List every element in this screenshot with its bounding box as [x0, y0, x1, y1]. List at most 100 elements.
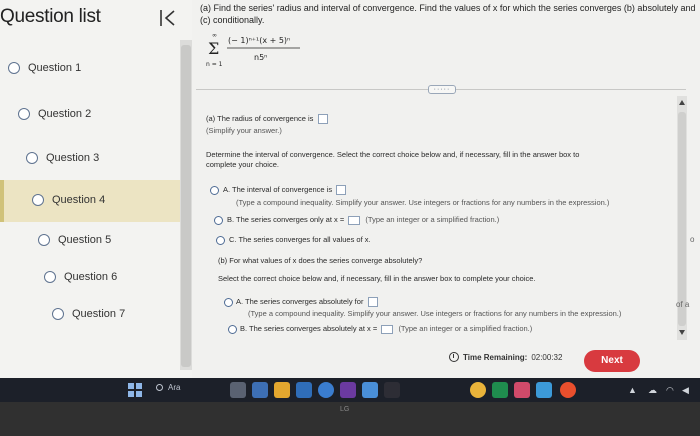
search-icon	[156, 384, 163, 391]
scroll-down-icon[interactable]	[679, 330, 685, 335]
option-b-a-note: (Type a compound inequality. Simplify yo…	[248, 309, 622, 318]
option-b-a[interactable]: A. The series converges absolutely for	[236, 297, 378, 308]
question-item[interactable]: Question 2	[18, 99, 91, 129]
option-text: The interval of convergence is	[232, 185, 333, 194]
scroll-up-icon[interactable]	[679, 100, 685, 105]
problem-intro: (a) Find the series' radius and interval…	[200, 2, 695, 26]
radio-icon[interactable]	[38, 234, 50, 246]
clock-icon	[449, 352, 459, 362]
screen: Question list Question 1 Question 2 Ques…	[0, 0, 700, 378]
question-label: Question 1	[28, 62, 82, 74]
edge-text-o: o	[690, 235, 695, 244]
option-a-radio[interactable]	[210, 186, 219, 195]
question-item[interactable]: Question 3	[26, 143, 99, 173]
app-icon[interactable]	[514, 382, 530, 398]
interval-answer-box[interactable]	[336, 185, 347, 196]
timer-value: 02:00:32	[531, 352, 563, 362]
task-view-icon[interactable]	[230, 382, 246, 398]
radio-icon[interactable]	[44, 271, 56, 283]
option-b[interactable]: B. The series converges only at x = (Typ…	[227, 215, 499, 225]
option-text: The series converges for all values of x…	[238, 235, 371, 244]
series-numerator: (− 1)ⁿ⁺¹(x + 5)ⁿ	[228, 36, 290, 45]
question-item[interactable]: Question 5	[38, 225, 111, 255]
app-icon[interactable]	[560, 382, 576, 398]
next-button[interactable]: Next	[584, 350, 640, 372]
interval-instruction-line1: Determine the interval of convergence. S…	[206, 150, 580, 159]
sum-upper-limit: ∞	[212, 32, 217, 39]
question-label: Question 3	[46, 152, 100, 164]
question-panel: (a) Find the series' radius and interval…	[192, 0, 700, 378]
more-button[interactable]: ·····	[428, 85, 456, 94]
option-letter: B.	[227, 215, 235, 224]
option-b-b-radio[interactable]	[228, 325, 237, 334]
app-icon[interactable]	[362, 382, 378, 398]
question-label: Question 2	[38, 108, 92, 120]
browser-icon[interactable]	[318, 382, 334, 398]
option-b-radio[interactable]	[214, 216, 223, 225]
question-list-sidebar: Question list Question 1 Question 2 Ques…	[0, 0, 192, 378]
question-label: Question 5	[58, 234, 112, 246]
edge-text-of: of a	[676, 300, 690, 309]
question-item[interactable]: Question 6	[44, 262, 117, 292]
option-text: The series converges absolutely at x =	[249, 324, 378, 333]
taskbar-search[interactable]: Ara	[156, 383, 180, 392]
app-icon[interactable]	[252, 382, 268, 398]
option-text: The series converges absolutely for	[245, 297, 364, 306]
option-letter: B.	[240, 324, 248, 333]
absolute-answer-box[interactable]	[367, 297, 378, 308]
option-letter: A.	[223, 185, 231, 194]
app-icon[interactable]	[296, 382, 312, 398]
file-explorer-icon[interactable]	[274, 382, 290, 398]
option-letter: A.	[236, 297, 244, 306]
monitor-bezel	[0, 402, 700, 436]
question-item[interactable]: Question 7	[52, 299, 125, 329]
option-c[interactable]: C. The series converges for all values o…	[229, 235, 371, 245]
absolute-x-answer-box[interactable]	[381, 324, 394, 334]
option-b-a-radio[interactable]	[224, 298, 233, 307]
app-icon[interactable]	[384, 382, 400, 398]
chrome-icon[interactable]	[470, 382, 486, 398]
option-b-b[interactable]: B. The series converges absolutely at x …	[240, 324, 532, 334]
question-label: Question 7	[72, 308, 126, 320]
interval-instruction-line2: complete your choice.	[206, 160, 279, 169]
radius-prompt: (a) The radius of convergence is	[206, 114, 328, 125]
series-denominator: n5ⁿ	[254, 53, 267, 62]
chevron-up-icon[interactable]: ▲	[628, 385, 637, 395]
part-b-prompt: (b) For what values of x does the series…	[218, 256, 423, 265]
wifi-icon[interactable]: ◠	[666, 385, 674, 396]
option-a-note: (Type a compound inequality. Simplify yo…	[236, 198, 610, 207]
radio-icon[interactable]	[18, 108, 30, 120]
sidebar-title: Question list	[0, 6, 101, 27]
problem-intro-line1: (a) Find the series' radius and interval…	[200, 3, 696, 13]
app-icon[interactable]	[492, 382, 508, 398]
question-item-active[interactable]: Question 4	[32, 185, 105, 215]
option-c-radio[interactable]	[216, 236, 225, 245]
collapse-sidebar-icon[interactable]	[158, 8, 180, 28]
time-remaining: Time Remaining: 02:00:32	[449, 352, 562, 362]
option-a[interactable]: A. The interval of convergence is	[223, 185, 347, 196]
radio-icon[interactable]	[8, 62, 20, 74]
radius-answer-box[interactable]	[317, 114, 328, 125]
cloud-icon[interactable]: ☁	[648, 385, 657, 396]
active-question-marker	[0, 180, 4, 222]
windows-start-icon[interactable]	[128, 383, 142, 397]
problem-intro-line2: (c) conditionally.	[200, 15, 265, 25]
app-icon[interactable]	[536, 382, 552, 398]
radio-icon[interactable]	[32, 194, 44, 206]
sidebar-scroll-thumb[interactable]	[181, 45, 191, 367]
speaker-icon[interactable]: ◀	[682, 385, 689, 396]
part-b-instruction: Select the correct choice below and, if …	[218, 274, 536, 283]
monitor-logo: LG	[340, 406, 350, 413]
option-text: The series converges only at x =	[236, 215, 345, 224]
question-label: Question 6	[64, 271, 118, 283]
timer-label: Time Remaining:	[463, 352, 528, 362]
question-item[interactable]: Question 1	[8, 53, 81, 83]
converge-x-answer-box[interactable]	[348, 215, 361, 225]
option-note: (Type an integer or a simplified fractio…	[398, 324, 533, 333]
radio-icon[interactable]	[26, 152, 38, 164]
page-scroll-thumb[interactable]	[678, 112, 686, 326]
radius-prompt-text: (a) The radius of convergence is	[206, 114, 314, 123]
option-note: (Type an integer or a simplified fractio…	[365, 215, 500, 224]
radio-icon[interactable]	[52, 308, 64, 320]
app-icon[interactable]	[340, 382, 356, 398]
